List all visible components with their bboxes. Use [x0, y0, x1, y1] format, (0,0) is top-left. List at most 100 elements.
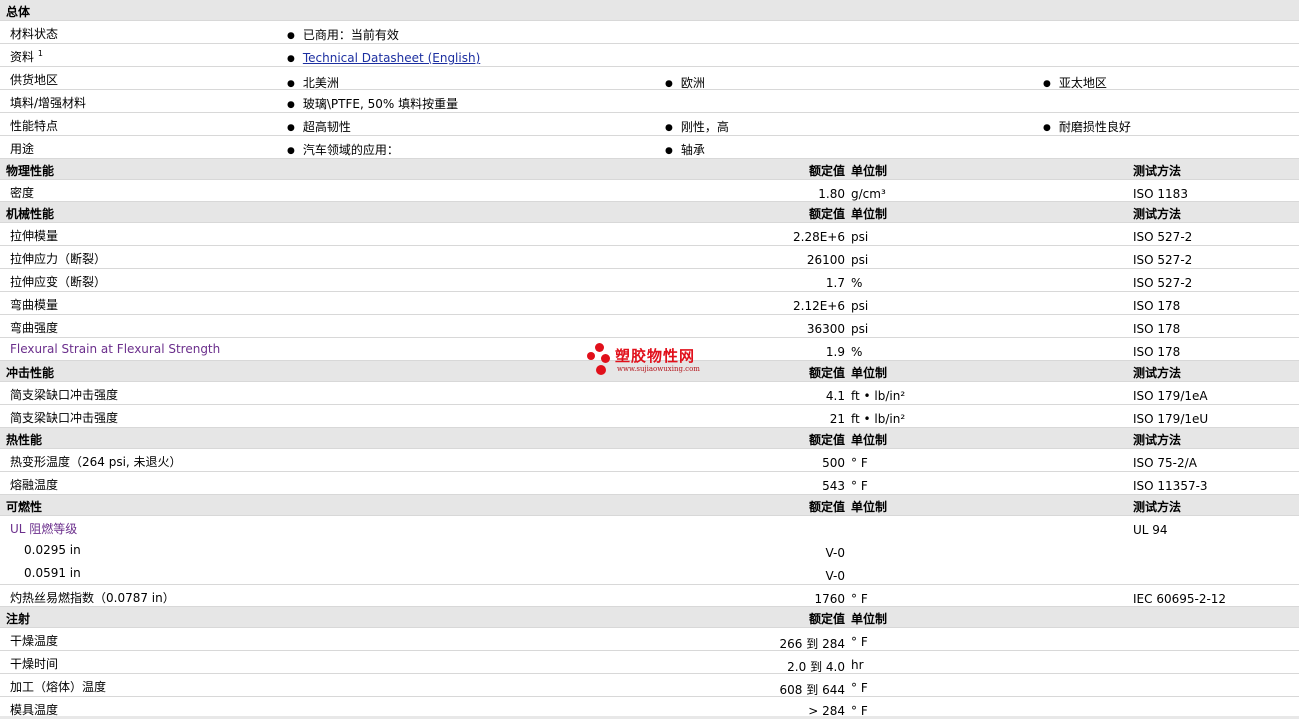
region-north-america: 北美洲: [287, 74, 339, 91]
use-2: 轴承: [665, 141, 705, 158]
table-row: 弯曲强度 36300 psi ISO 178: [0, 315, 1299, 338]
row-value: V-0: [825, 569, 845, 583]
row-unit: %: [851, 345, 863, 359]
row-label: 灼热丝易燃指数（0.0787 in）: [10, 591, 175, 605]
table-row: 灼热丝易燃指数（0.0787 in） 1760 ° F IEC 60695-2-…: [0, 585, 1299, 607]
row-value: 1.80: [818, 187, 845, 201]
row-label: 拉伸模量: [10, 229, 59, 243]
row-value: 1.7: [825, 276, 845, 290]
col-unit: 单位制: [851, 612, 888, 626]
row-unit: ° F: [851, 635, 868, 649]
row-unit: ft • lb/in²: [851, 389, 906, 403]
row-test: ISO 527-2: [1133, 230, 1193, 244]
section-title: 总体: [6, 5, 31, 19]
row-test: ISO 11357-3: [1133, 479, 1208, 493]
row-label: 干燥时间: [10, 657, 59, 671]
row-test: ISO 179/1eA: [1133, 389, 1208, 403]
col-rated: 额定值: [808, 164, 845, 178]
section-title: 冲击性能: [6, 366, 55, 380]
row-label: 熔融温度: [10, 478, 59, 492]
row-value: 1760: [814, 592, 845, 606]
row-label: 填料/增强材料: [10, 96, 87, 110]
col-test: 测试方法: [1133, 366, 1182, 380]
row-label: 性能特点: [10, 119, 59, 133]
watermark-dot: [587, 352, 595, 360]
row-value: 2.12E+6: [793, 299, 845, 313]
table-row: 0.0295 in V-0: [0, 539, 1299, 562]
row-label: 干燥温度: [10, 634, 59, 648]
row-unit: %: [851, 276, 863, 290]
row-value: 543: [822, 479, 845, 493]
row-unit: g/cm³: [851, 187, 886, 201]
row-label: 简支梁缺口冲击强度: [10, 388, 119, 402]
table-row: 弯曲模量 2.12E+6 psi ISO 178: [0, 292, 1299, 315]
row-unit: psi: [851, 322, 869, 336]
row-label: 0.0591 in: [24, 566, 81, 580]
feature-2: 刚性，高: [665, 118, 729, 135]
table-row: 干燥时间 2.0 到 4.0 hr: [0, 651, 1299, 674]
col-unit: 单位制: [851, 500, 888, 514]
row-unit: ° F: [851, 479, 868, 493]
row-unit: ° F: [851, 592, 868, 606]
col-test: 测试方法: [1133, 500, 1182, 514]
row-value: 36300: [806, 322, 845, 336]
row-test: IEC 60695-2-12: [1133, 592, 1227, 606]
row-test: UL 94: [1133, 523, 1168, 537]
col-unit: 单位制: [851, 366, 888, 380]
section-header-general: 总体: [0, 0, 1299, 21]
row-value: 500: [822, 456, 845, 470]
row-label: 用途: [10, 142, 35, 156]
row-documents: 资料 1 Technical Datasheet (English): [0, 44, 1299, 67]
table-row: 0.0591 in V-0: [0, 562, 1299, 585]
table-row: 熔融温度 543 ° F ISO 11357-3: [0, 472, 1299, 495]
row-range: 2.0 到 4.0: [787, 660, 845, 674]
technical-datasheet-link[interactable]: Technical Datasheet (English): [303, 51, 480, 65]
row-range: 608 到 644: [779, 683, 845, 697]
section-header-thermal: 热性能 额定值 单位制 测试方法: [0, 428, 1299, 449]
row-test: ISO 178: [1133, 322, 1181, 336]
table-row: 热变形温度（264 psi, 未退火） 500 ° F ISO 75-2/A: [0, 449, 1299, 472]
row-test: ISO 178: [1133, 299, 1181, 313]
row-value: 玻璃\PTFE, 50% 填料按重量: [287, 95, 458, 112]
table-row: 简支梁缺口冲击强度 4.1 ft • lb/in² ISO 179/1eA: [0, 382, 1299, 405]
row-test: ISO 75-2/A: [1133, 456, 1197, 470]
section-title: 物理性能: [6, 164, 55, 178]
region-asia-pacific: 亚太地区: [1043, 74, 1107, 91]
row-features: 性能特点 超高韧性 刚性，高 耐磨损性良好: [0, 113, 1299, 136]
row-test: ISO 527-2: [1133, 253, 1193, 267]
row-region: 供货地区 北美洲 欧洲 亚太地区: [0, 67, 1299, 90]
row-label: 供货地区: [10, 73, 59, 87]
row-value: 4.1: [825, 389, 845, 403]
row-unit: ft • lb/in²: [851, 412, 906, 426]
table-row: 拉伸模量 2.28E+6 psi ISO 527-2: [0, 223, 1299, 246]
table-row: 拉伸应变（断裂） 1.7 % ISO 527-2: [0, 269, 1299, 292]
col-unit: 单位制: [851, 164, 888, 178]
table-row-ul-rating: UL 阻燃等级 UL 94: [0, 516, 1299, 539]
row-label: 简支梁缺口冲击强度: [10, 411, 119, 425]
col-rated: 额定值: [808, 207, 845, 221]
row-label: 拉伸应变（断裂）: [10, 275, 107, 289]
use-1: 汽车领域的应用：: [287, 141, 399, 158]
row-value: 26100: [806, 253, 845, 267]
row-unit: ° F: [851, 681, 868, 695]
row-test: ISO 527-2: [1133, 276, 1193, 290]
site-watermark: 塑胶物性网 www.sujiaowuxing.com: [587, 343, 717, 377]
section-title: 热性能: [6, 433, 43, 447]
datasheet-item: Technical Datasheet (English): [287, 51, 480, 65]
watermark-dot: [596, 365, 606, 375]
row-label: Flexural Strain at Flexural Strength: [10, 342, 221, 356]
watermark-title: 塑胶物性网: [615, 347, 696, 365]
feature-3: 耐磨损性良好: [1043, 118, 1131, 135]
row-label: 资料 1: [10, 49, 43, 64]
row-label: 拉伸应力（断裂）: [10, 252, 107, 266]
table-row: 干燥温度 266 到 284 ° F: [0, 628, 1299, 651]
row-range: 266 到 284: [779, 637, 845, 651]
col-rated: 额定值: [808, 500, 845, 514]
table-row: 密度 1.80 g/cm³ ISO 1183: [0, 180, 1299, 202]
col-unit: 单位制: [851, 207, 888, 221]
row-label: 材料状态: [10, 27, 59, 41]
footnote-marker: 1: [37, 49, 43, 58]
col-rated: 额定值: [808, 366, 845, 380]
row-uses: 用途 汽车领域的应用： 轴承: [0, 136, 1299, 159]
table-row: 简支梁缺口冲击强度 21 ft • lb/in² ISO 179/1eU: [0, 405, 1299, 428]
